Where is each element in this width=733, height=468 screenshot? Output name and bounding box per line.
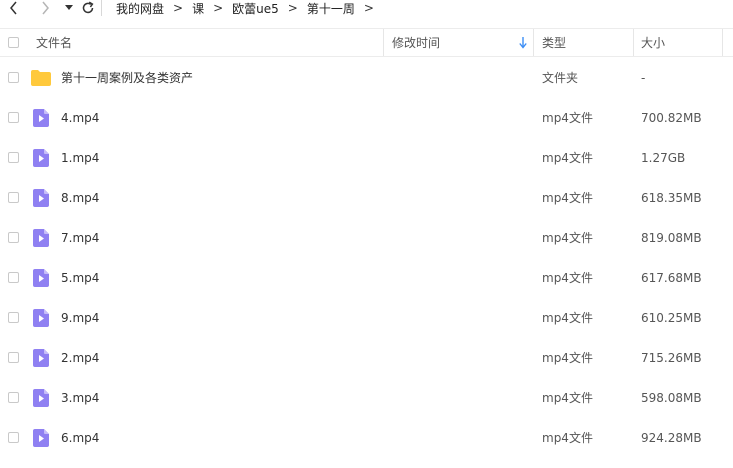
breadcrumb: 我的网盘 > 课 > 欧蕾ue5 > 第十一周 > <box>116 0 383 16</box>
file-type: 文件夹 <box>542 71 579 85</box>
column-divider[interactable] <box>533 29 534 56</box>
row-checkbox[interactable] <box>8 232 19 243</box>
video-file-icon <box>33 349 53 367</box>
video-file-icon <box>33 149 53 167</box>
table-header: 文件名 修改时间 类型 大小 <box>0 28 733 57</box>
breadcrumb-separator: > <box>213 1 224 15</box>
file-size: 924.28MB <box>641 431 702 445</box>
file-row[interactable]: 3.mp4 mp4文件 598.08MB <box>0 378 733 418</box>
file-type: mp4文件 <box>542 431 593 445</box>
nav-divider <box>101 0 102 16</box>
video-file-icon <box>33 309 53 327</box>
file-name[interactable]: 8.mp4 <box>61 190 99 206</box>
breadcrumb-item-course[interactable]: 课 <box>192 0 204 17</box>
breadcrumb-item-week[interactable]: 第十一周 <box>307 0 355 17</box>
header-size[interactable]: 大小 <box>641 29 665 56</box>
column-divider[interactable] <box>722 29 723 56</box>
file-type: mp4文件 <box>542 151 593 165</box>
select-all-cell <box>8 29 19 56</box>
file-type: mp4文件 <box>542 111 593 125</box>
file-type: mp4文件 <box>542 351 593 365</box>
file-row[interactable]: 8.mp4 mp4文件 618.35MB <box>0 178 733 218</box>
chevron-left-icon[interactable] <box>6 0 22 16</box>
file-size: 617.68MB <box>641 271 702 285</box>
header-modified[interactable]: 修改时间 <box>392 29 440 56</box>
row-checkbox[interactable] <box>8 192 19 203</box>
video-file-icon <box>33 269 53 287</box>
file-row[interactable]: 9.mp4 mp4文件 610.25MB <box>0 298 733 338</box>
file-size: - <box>641 71 646 85</box>
video-file-icon <box>33 109 53 127</box>
sort-down-arrow-icon[interactable] <box>519 37 527 49</box>
file-name[interactable]: 6.mp4 <box>61 430 99 446</box>
row-checkbox[interactable] <box>8 112 19 123</box>
row-checkbox[interactable] <box>8 432 19 443</box>
file-row[interactable]: 6.mp4 mp4文件 924.28MB <box>0 418 733 458</box>
file-row[interactable]: 2.mp4 mp4文件 715.26MB <box>0 338 733 378</box>
file-size: 1.27GB <box>641 151 686 165</box>
breadcrumb-separator: > <box>287 1 298 15</box>
header-type[interactable]: 类型 <box>542 29 566 56</box>
breadcrumb-separator: > <box>173 1 184 15</box>
video-file-icon <box>33 429 53 447</box>
row-checkbox[interactable] <box>8 392 19 403</box>
file-size: 610.25MB <box>641 311 702 325</box>
file-name[interactable]: 9.mp4 <box>61 310 99 326</box>
video-file-icon <box>33 229 53 247</box>
navigation-bar: 我的网盘 > 课 > 欧蕾ue5 > 第十一周 > <box>0 0 733 20</box>
row-checkbox[interactable] <box>8 72 19 83</box>
video-file-icon <box>33 389 53 407</box>
file-size: 715.26MB <box>641 351 702 365</box>
refresh-icon[interactable] <box>80 0 96 16</box>
file-name[interactable]: 7.mp4 <box>61 230 99 246</box>
breadcrumb-item-ue5[interactable]: 欧蕾ue5 <box>232 0 279 17</box>
file-row[interactable]: 1.mp4 mp4文件 1.27GB <box>0 138 733 178</box>
file-name[interactable]: 5.mp4 <box>61 270 99 286</box>
column-divider[interactable] <box>633 29 634 56</box>
row-checkbox[interactable] <box>8 272 19 283</box>
folder-row[interactable]: 第十一周案例及各类资产 文件夹 - <box>0 58 733 98</box>
row-checkbox[interactable] <box>8 312 19 323</box>
select-all-checkbox[interactable] <box>8 37 19 48</box>
chevron-right-icon[interactable] <box>37 0 53 16</box>
header-name[interactable]: 文件名 <box>36 29 72 56</box>
file-name[interactable]: 3.mp4 <box>61 390 99 406</box>
file-type: mp4文件 <box>542 391 593 405</box>
file-name[interactable]: 4.mp4 <box>61 110 99 126</box>
file-type: mp4文件 <box>542 271 593 285</box>
row-checkbox[interactable] <box>8 152 19 163</box>
folder-icon <box>31 70 51 88</box>
file-size: 598.08MB <box>641 391 702 405</box>
file-type: mp4文件 <box>542 191 593 205</box>
row-checkbox[interactable] <box>8 352 19 363</box>
file-size: 819.08MB <box>641 231 702 245</box>
file-name[interactable]: 1.mp4 <box>61 150 99 166</box>
file-name[interactable]: 第十一周案例及各类资产 <box>61 70 193 86</box>
file-row[interactable]: 5.mp4 mp4文件 617.68MB <box>0 258 733 298</box>
caret-down-icon[interactable] <box>61 0 77 16</box>
breadcrumb-item-root[interactable]: 我的网盘 <box>116 0 164 17</box>
file-row[interactable]: 7.mp4 mp4文件 819.08MB <box>0 218 733 258</box>
file-size: 700.82MB <box>641 111 702 125</box>
file-type: mp4文件 <box>542 311 593 325</box>
file-size: 618.35MB <box>641 191 702 205</box>
column-divider[interactable] <box>383 29 384 56</box>
breadcrumb-separator[interactable]: > <box>364 1 374 15</box>
video-file-icon <box>33 189 53 207</box>
file-name[interactable]: 2.mp4 <box>61 350 99 366</box>
file-row[interactable]: 4.mp4 mp4文件 700.82MB <box>0 98 733 138</box>
file-type: mp4文件 <box>542 231 593 245</box>
